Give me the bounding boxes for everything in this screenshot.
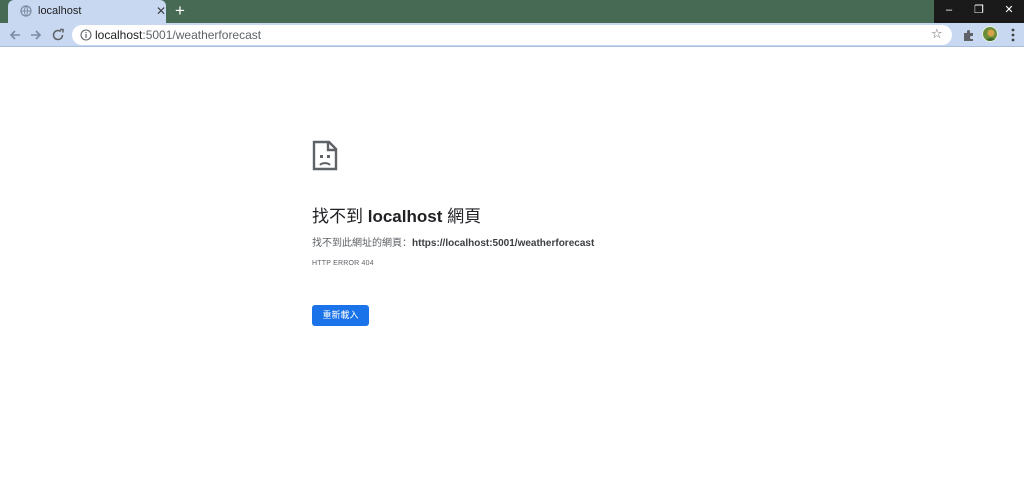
reload-toolbar-button[interactable]: [49, 26, 67, 44]
url-host: localhost: [95, 28, 143, 42]
tab-strip: localhost ✕ + – ❐ ✕: [0, 0, 1024, 23]
forward-button[interactable]: [27, 26, 45, 44]
arrow-left-icon: [9, 30, 20, 40]
sad-document-icon: [312, 140, 338, 171]
error-description-prefix: 找不到此網址的網頁：: [312, 238, 412, 249]
error-description: 找不到此網址的網頁：https://localhost:5001/weather…: [312, 234, 594, 249]
error-title-suffix: 網頁: [442, 207, 482, 226]
error-code: HTTP ERROR 404: [312, 260, 374, 267]
tab-close-icon[interactable]: ✕: [154, 4, 168, 18]
profile-avatar[interactable]: [982, 26, 998, 42]
tab-title: localhost: [38, 5, 82, 17]
more-vertical-icon[interactable]: [1008, 27, 1018, 43]
arrow-right-icon: [31, 30, 42, 40]
browser-toolbar: localhost:5001/weatherforecast ☆: [0, 23, 1024, 47]
tab-localhost[interactable]: localhost ✕: [8, 0, 166, 23]
new-tab-button[interactable]: +: [171, 2, 189, 20]
error-title-host: localhost: [367, 207, 443, 226]
extensions-puzzle-icon[interactable]: [961, 27, 977, 43]
back-button[interactable]: [6, 26, 24, 44]
error-title-prefix: 找不到: [312, 207, 368, 226]
avatar-image: [985, 29, 997, 41]
bookmark-star-icon[interactable]: ☆: [931, 27, 945, 41]
reload-button[interactable]: 重新載入: [312, 305, 369, 326]
error-title: 找不到 localhost 網頁: [312, 202, 481, 227]
close-window-button[interactable]: ✕: [994, 0, 1024, 20]
globe-icon: [20, 5, 32, 17]
restore-button[interactable]: ❐: [964, 0, 994, 20]
minimize-button[interactable]: –: [934, 0, 964, 20]
address-bar[interactable]: localhost:5001/weatherforecast ☆: [72, 25, 952, 45]
info-icon[interactable]: [80, 29, 92, 41]
url-text[interactable]: localhost:5001/weatherforecast: [95, 28, 261, 42]
window-controls: – ❐ ✕: [934, 0, 1024, 23]
refresh-icon: [52, 28, 64, 41]
url-path: :5001/weatherforecast: [142, 28, 262, 42]
error-description-url: https://localhost:5001/weatherforecast: [412, 238, 595, 249]
